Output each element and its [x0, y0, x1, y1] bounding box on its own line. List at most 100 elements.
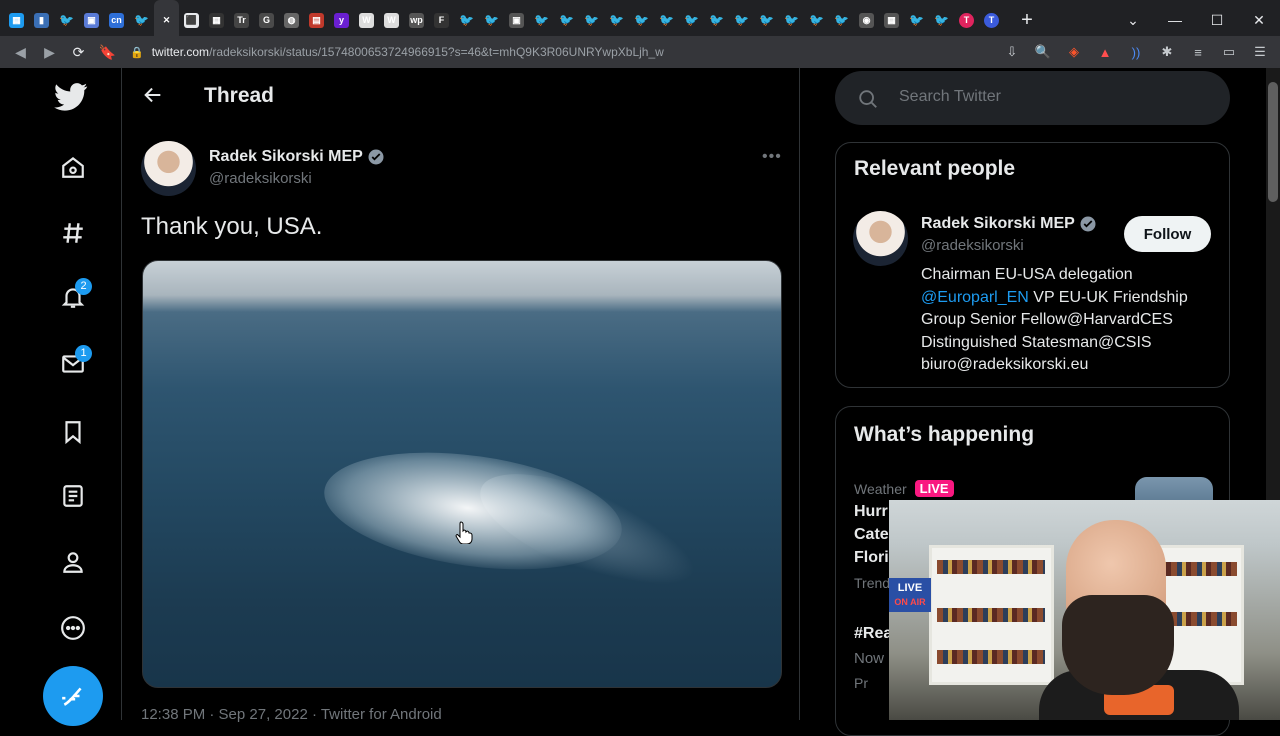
twitter-logo-icon[interactable]: [50, 76, 92, 118]
browser-tab[interactable]: 🐦: [804, 0, 829, 40]
back-arrow-icon[interactable]: [142, 84, 166, 108]
extensions-icon[interactable]: ✱: [1157, 42, 1177, 62]
browser-tab[interactable]: G: [254, 0, 279, 40]
browser-tab[interactable]: W: [354, 0, 379, 40]
bio-mention-link[interactable]: @Europarl_EN: [921, 289, 1029, 306]
tab-favicon-icon: y: [334, 12, 349, 28]
tweet-photo[interactable]: [142, 260, 782, 688]
browser-tab[interactable]: ▣: [79, 0, 104, 40]
browser-tab[interactable]: 🐦: [129, 0, 154, 40]
tweet-more-icon[interactable]: •••: [762, 148, 782, 166]
browser-tab[interactable]: ▣: [504, 0, 529, 40]
trend-headline-3[interactable]: Flori: [854, 549, 889, 567]
rewards-icon[interactable]: ▲: [1095, 42, 1115, 62]
back-nav-button[interactable]: ◀: [6, 44, 35, 61]
browser-tab[interactable]: ◍: [279, 0, 304, 40]
install-icon[interactable]: ⇩: [1002, 42, 1022, 62]
bookmark-icon[interactable]: 🔖: [93, 44, 122, 61]
browser-tab[interactable]: ▦: [204, 0, 229, 40]
tab-favicon-icon: 🐦: [709, 13, 724, 27]
browser-tab[interactable]: ▤: [304, 0, 329, 40]
browser-tab[interactable]: 🐦: [704, 0, 729, 40]
tab-search-icon[interactable]: ⌄: [1112, 12, 1154, 29]
browser-tab[interactable]: 🐦: [479, 0, 504, 40]
browser-tab[interactable]: T: [954, 0, 979, 40]
compose-tweet-button[interactable]: [43, 666, 103, 726]
browser-tab[interactable]: ✕: [154, 0, 179, 40]
browser-tab[interactable]: cn: [104, 0, 129, 40]
person-beard: [1062, 595, 1174, 695]
browser-tab[interactable]: 🐦: [529, 0, 554, 40]
more-options-icon[interactable]: [52, 607, 94, 649]
trend-headline-1[interactable]: Hurr: [854, 503, 888, 521]
browser-tab[interactable]: 🐦: [729, 0, 754, 40]
browser-tab[interactable]: 🐦: [654, 0, 679, 40]
books-row: [937, 650, 1045, 664]
browser-tab[interactable]: 🐦: [454, 0, 479, 40]
author-avatar[interactable]: [141, 141, 196, 196]
scrollbar-thumb[interactable]: [1268, 82, 1278, 202]
browser-tab[interactable]: 🐦: [904, 0, 929, 40]
lists-icon[interactable]: [52, 475, 94, 517]
browser-tab[interactable]: 🐦: [554, 0, 579, 40]
person-name[interactable]: Radek Sikorski MEP: [921, 215, 1097, 233]
webcam-overlay: LIVE ON AIR: [889, 500, 1280, 720]
messages-envelope-icon[interactable]: 1: [52, 343, 94, 385]
follow-button[interactable]: Follow: [1124, 216, 1211, 252]
address-bar[interactable]: 🔒 twitter.com/radeksikorski/status/15748…: [130, 38, 1010, 66]
browser-tab[interactable]: 🐦: [54, 0, 79, 40]
browser-tab[interactable]: ▦: [879, 0, 904, 40]
search-placeholder: Search Twitter: [899, 88, 1001, 105]
new-tab-button[interactable]: +: [1012, 9, 1042, 32]
notifications-bell-icon[interactable]: 2: [52, 276, 94, 318]
browser-tab[interactable]: ◉: [854, 0, 879, 40]
menu-icon[interactable]: ☰: [1250, 42, 1270, 62]
minimize-button[interactable]: —: [1154, 12, 1196, 28]
browser-tab[interactable]: 🐦: [604, 0, 629, 40]
tab-favicon-icon: F: [434, 12, 449, 28]
brave-shield-icon[interactable]: ◈: [1064, 42, 1084, 62]
browser-tab[interactable]: ⬛: [179, 0, 204, 40]
hashtag-icon[interactable]: [52, 212, 94, 254]
browser-tab[interactable]: 🐦: [929, 0, 954, 40]
browser-tab[interactable]: W: [379, 0, 404, 40]
playlist-icon[interactable]: ≡: [1188, 42, 1208, 62]
tab-favicon-icon: 🐦: [459, 13, 474, 27]
zoom-icon[interactable]: 🔍: [1033, 42, 1053, 62]
person-handle[interactable]: @radeksikorski: [921, 237, 1024, 254]
browser-tab[interactable]: 🐦: [829, 0, 854, 40]
person-avatar[interactable]: [853, 211, 908, 266]
search-box[interactable]: Search Twitter: [835, 71, 1230, 125]
tab-favicon-icon: 🐦: [834, 13, 849, 27]
profile-icon[interactable]: [52, 541, 94, 583]
browser-tab[interactable]: 🐦: [779, 0, 804, 40]
extension-signal-icon[interactable]: )): [1126, 42, 1146, 62]
author-handle[interactable]: @radeksikorski: [209, 170, 312, 187]
forward-nav-button[interactable]: ▶: [35, 44, 64, 61]
browser-tab[interactable]: F: [429, 0, 454, 40]
trend-hashtag[interactable]: #Rea: [854, 625, 892, 643]
browser-tab[interactable]: T: [979, 0, 1004, 40]
browser-tab[interactable]: ▦: [4, 0, 29, 40]
tab-favicon-icon: T: [984, 12, 999, 28]
reload-button[interactable]: ⟳: [64, 44, 93, 61]
browser-tab[interactable]: Tr: [229, 0, 254, 40]
explore-home-icon[interactable]: [52, 146, 94, 188]
author-name[interactable]: Radek Sikorski MEP: [209, 148, 385, 166]
browser-tab[interactable]: 🐦: [754, 0, 779, 40]
browser-tab[interactable]: 🐦: [679, 0, 704, 40]
trend-headline-2[interactable]: Cate: [854, 526, 889, 544]
close-window-button[interactable]: ✕: [1238, 12, 1280, 29]
browser-tab[interactable]: wp: [404, 0, 429, 40]
browser-tab[interactable]: ▮: [29, 0, 54, 40]
trend-category: Weather LIVE: [854, 480, 954, 497]
browser-tab[interactable]: 🐦: [579, 0, 604, 40]
browser-tab[interactable]: y: [329, 0, 354, 40]
browser-tab[interactable]: 🐦: [629, 0, 654, 40]
tab-favicon-icon: 🐦: [684, 13, 699, 27]
tab-favicon-icon: 🐦: [559, 13, 574, 27]
bookmarks-icon[interactable]: [52, 411, 94, 453]
wallet-icon[interactable]: ▭: [1219, 42, 1239, 62]
trend-subtext-1: Trend: [854, 575, 891, 591]
maximize-button[interactable]: ☐: [1196, 12, 1238, 29]
